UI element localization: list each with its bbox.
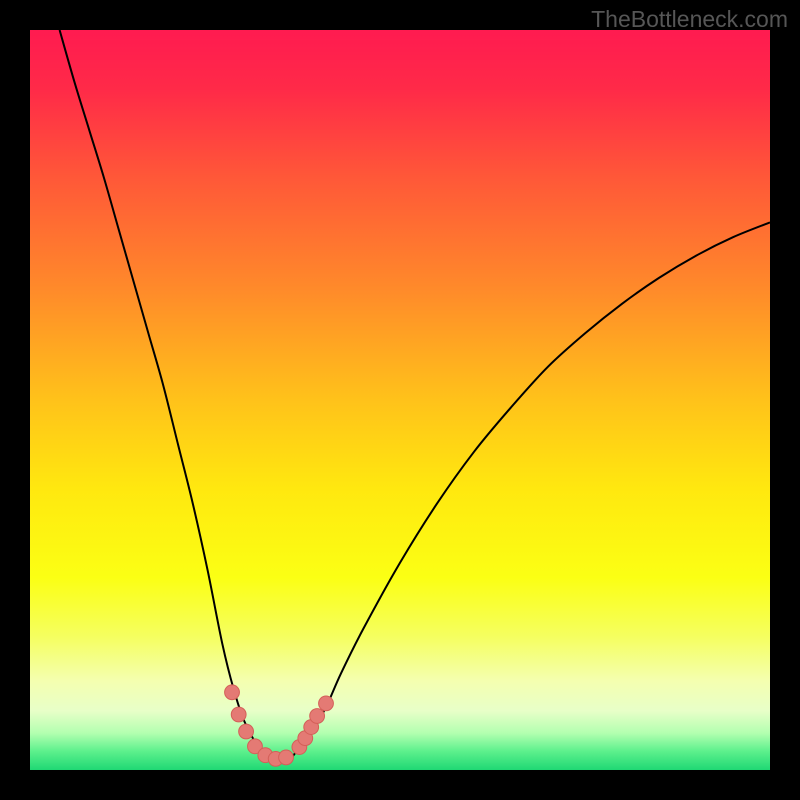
highlight-marker — [231, 707, 246, 722]
curve-layer — [30, 30, 770, 770]
highlight-marker — [239, 724, 254, 739]
highlight-marker — [279, 750, 294, 765]
chart-frame: TheBottleneck.com — [0, 0, 800, 800]
watermark-text: TheBottleneck.com — [591, 6, 788, 33]
plot-area — [30, 30, 770, 770]
highlight-marker — [319, 696, 334, 711]
bottleneck-curve — [60, 30, 770, 760]
highlight-marker — [310, 709, 325, 724]
highlight-marker — [225, 685, 240, 700]
